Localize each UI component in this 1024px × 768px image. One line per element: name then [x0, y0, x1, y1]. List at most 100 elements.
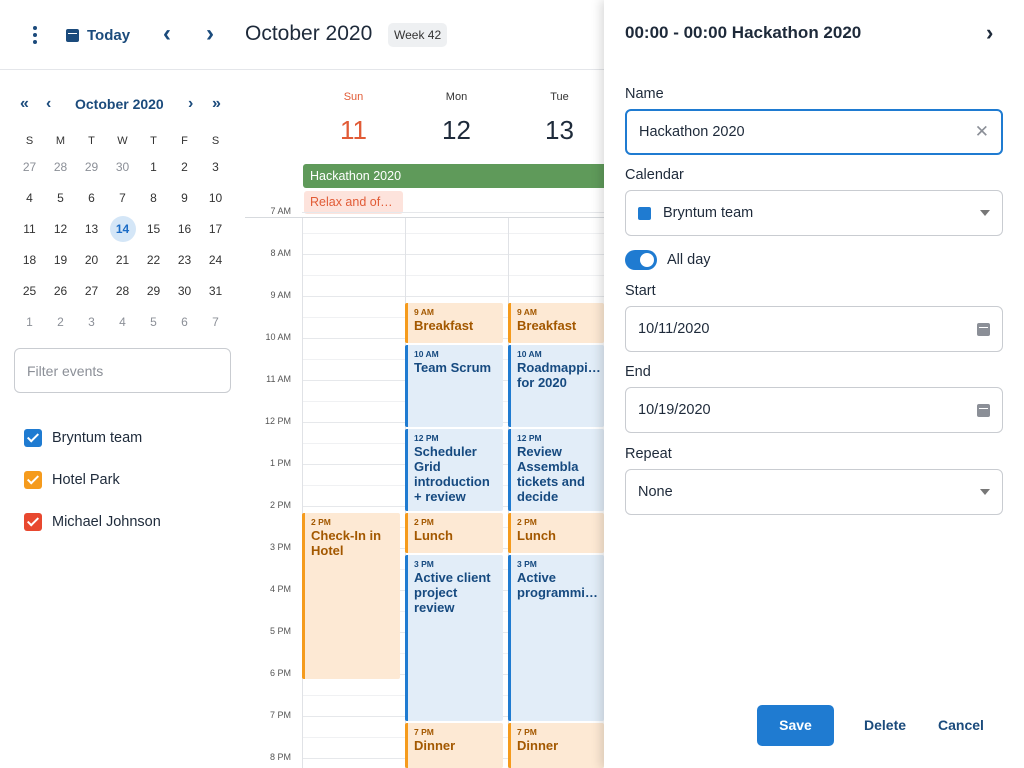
mini-calendar-day[interactable]: 4	[14, 191, 45, 205]
all-day-toggle[interactable]	[625, 250, 657, 270]
event-client-review[interactable]: 3 PM Active client project review	[405, 555, 503, 721]
mini-calendar-day[interactable]: 10	[200, 191, 231, 205]
mini-calendar-day[interactable]: 27	[76, 284, 107, 298]
mini-calendar-day[interactable]: 9	[169, 191, 200, 205]
today-button[interactable]: Today	[66, 22, 130, 48]
next-month-button[interactable]: ›	[188, 95, 193, 113]
mini-calendar-day[interactable]: 18	[14, 253, 45, 267]
event-lunch[interactable]: 2 PM Lunch	[405, 513, 503, 553]
day-date: 13	[545, 115, 574, 145]
checkbox-checked-icon[interactable]	[24, 513, 42, 531]
mini-calendar-day[interactable]: 5	[45, 191, 76, 205]
event-roadmapping[interactable]: 10 AM Roadmappi… for 2020	[508, 345, 604, 427]
delete-button[interactable]: Delete	[864, 705, 906, 746]
event-review-tickets[interactable]: 12 PM Review Assembla tickets and decide	[508, 429, 604, 511]
mini-calendar-day[interactable]: 1	[14, 315, 45, 329]
mini-calendar-day[interactable]: 23	[169, 253, 200, 267]
event-name: Dinner	[414, 738, 456, 753]
day-header-tue[interactable]: Tue 13	[508, 71, 604, 161]
mini-calendar-today[interactable]: 14	[107, 215, 138, 242]
checkbox-checked-icon[interactable]	[24, 429, 42, 447]
previous-month-button[interactable]: ‹	[46, 95, 51, 113]
mini-calendar-day[interactable]: 24	[200, 253, 231, 267]
mini-calendar-day[interactable]: 31	[200, 284, 231, 298]
calendar-icon[interactable]	[977, 322, 990, 336]
mini-calendar-day[interactable]: 13	[76, 222, 107, 236]
day-header-sun[interactable]: Sun 11	[302, 71, 405, 161]
event-team-scrum[interactable]: 10 AM Team Scrum	[405, 345, 503, 427]
day-number: 5	[150, 314, 157, 329]
mini-calendar-day[interactable]: 7	[107, 191, 138, 205]
next-week-button[interactable]: ›	[198, 22, 222, 48]
mini-calendar-day[interactable]: 3	[200, 160, 231, 174]
mini-calendar-week: 27 28 29 30 1 2 3	[14, 151, 231, 182]
mini-calendar-day[interactable]: 30	[107, 160, 138, 174]
mini-calendar-day[interactable]: 21	[107, 253, 138, 267]
calendar-icon[interactable]	[977, 403, 990, 417]
event-time: 9 AM	[517, 307, 537, 317]
mini-calendar-day[interactable]: 3	[76, 315, 107, 329]
editor-title: 00:00 - 00:00 Hackathon 2020	[625, 23, 862, 42]
mini-calendar-day[interactable]: 29	[76, 160, 107, 174]
mini-calendar-day[interactable]: 29	[138, 284, 169, 298]
mini-calendar-day[interactable]: 2	[169, 160, 200, 174]
start-date-field[interactable]: 10/11/2020	[625, 306, 1003, 352]
end-date-field[interactable]: 10/19/2020	[625, 387, 1003, 433]
event-check-in[interactable]: 2 PM Check-In in Hotel	[302, 513, 400, 679]
mini-calendar-day[interactable]: 25	[14, 284, 45, 298]
day-header-mon[interactable]: Mon 12	[405, 71, 508, 161]
event-scheduler-grid[interactable]: 12 PM Scheduler Grid introduction + revi…	[405, 429, 503, 511]
mini-calendar-day[interactable]: 15	[138, 222, 169, 236]
mini-calendar-day[interactable]: 20	[76, 253, 107, 267]
mini-calendar-day[interactable]: 6	[169, 315, 200, 329]
repeat-value: None	[638, 484, 673, 500]
filter-events-input[interactable]: Filter events	[14, 348, 231, 393]
checkbox-checked-icon[interactable]	[24, 471, 42, 489]
previous-year-button[interactable]: «	[20, 95, 29, 113]
day-number: 9	[181, 190, 188, 205]
calendar-filter-item[interactable]: Bryntum team	[24, 417, 161, 459]
name-field[interactable]: Hackathon 2020 ✕	[625, 109, 1003, 155]
event-time: 2 PM	[414, 517, 434, 527]
calendar-filter-item[interactable]: Michael Johnson	[24, 501, 161, 543]
mini-calendar-day[interactable]: 26	[45, 284, 76, 298]
mini-calendar-day[interactable]: 30	[169, 284, 200, 298]
event-breakfast[interactable]: 9 AM Breakfast	[508, 303, 604, 343]
top-toolbar: Today ‹ › October 2020 Week 42	[0, 0, 604, 70]
previous-week-button[interactable]: ‹	[155, 22, 179, 48]
allday-event-hackathon[interactable]: Hackathon 2020	[303, 164, 604, 188]
next-year-button[interactable]: »	[212, 95, 221, 113]
mini-calendar-day[interactable]: 1	[138, 160, 169, 174]
mini-calendar-day[interactable]: 16	[169, 222, 200, 236]
calendar-select[interactable]: Bryntum team	[625, 190, 1003, 236]
mini-calendar-day[interactable]: 22	[138, 253, 169, 267]
hour-gridline	[302, 254, 604, 255]
event-lunch[interactable]: 2 PM Lunch	[508, 513, 604, 553]
save-button[interactable]: Save	[757, 705, 834, 746]
event-breakfast[interactable]: 9 AM Breakfast	[405, 303, 503, 343]
mini-calendar-day[interactable]: 27	[14, 160, 45, 174]
mini-calendar-day[interactable]: 19	[45, 253, 76, 267]
mini-calendar-day[interactable]: 4	[107, 315, 138, 329]
mini-calendar-day[interactable]: 12	[45, 222, 76, 236]
event-active-programming[interactable]: 3 PM Active programmi…	[508, 555, 604, 721]
more-menu-icon[interactable]	[24, 24, 46, 46]
mini-calendar-day[interactable]: 5	[138, 315, 169, 329]
end-date-value: 10/19/2020	[638, 402, 711, 418]
event-dinner[interactable]: 7 PM Dinner	[405, 723, 503, 768]
mini-calendar-day[interactable]: 8	[138, 191, 169, 205]
mini-calendar-day[interactable]: 28	[107, 284, 138, 298]
repeat-select[interactable]: None	[625, 469, 1003, 515]
mini-calendar-day[interactable]: 28	[45, 160, 76, 174]
mini-calendar-day[interactable]: 7	[200, 315, 231, 329]
mini-calendar-day[interactable]: 2	[45, 315, 76, 329]
event-dinner[interactable]: 7 PM Dinner	[508, 723, 604, 768]
clear-icon[interactable]: ✕	[975, 122, 989, 142]
calendar-filter-item[interactable]: Hotel Park	[24, 459, 161, 501]
mini-calendar-day[interactable]: 6	[76, 191, 107, 205]
cancel-button[interactable]: Cancel	[938, 705, 984, 746]
mini-calendar-day[interactable]: 17	[200, 222, 231, 236]
close-panel-button[interactable]: ›	[986, 20, 993, 46]
allday-event-relax[interactable]: Relax and of…	[304, 191, 403, 214]
mini-calendar-day[interactable]: 11	[14, 222, 45, 236]
